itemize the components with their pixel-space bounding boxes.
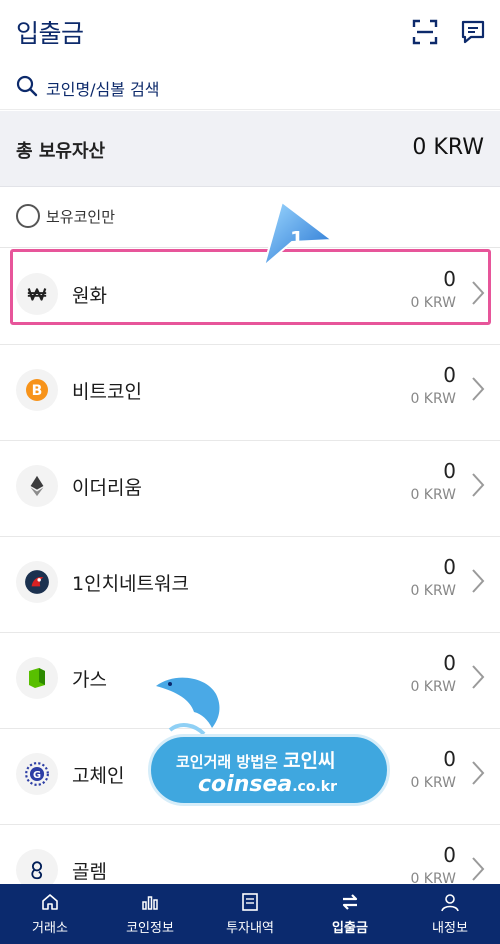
gas-icon xyxy=(16,657,58,699)
oneinch-icon xyxy=(16,561,58,603)
total-assets-summary: 총 보유자산 0 KRW xyxy=(0,111,500,187)
chevron-right-icon xyxy=(472,377,485,401)
coin-amount: 0 xyxy=(443,555,456,579)
watermark-brand-ko: 코인씨 xyxy=(283,750,336,772)
coin-name: 가스 xyxy=(72,669,107,691)
held-coins-label: 보유코인만 xyxy=(46,208,116,226)
app-header: 입출금 xyxy=(0,0,500,64)
held-coins-radio[interactable] xyxy=(16,204,40,228)
watermark-brand-en: coinsea xyxy=(198,772,293,797)
coin-name: 이더리움 xyxy=(72,477,142,499)
coin-name: 1인치네트워크 xyxy=(72,573,189,595)
coin-krw-value: 0 KRW xyxy=(410,583,456,599)
tab-label: 거래소 xyxy=(32,921,68,936)
search-input[interactable]: 코인명/심볼 검색 xyxy=(46,76,160,100)
chevron-right-icon xyxy=(472,473,485,497)
held-coins-filter[interactable]: 보유코인만 xyxy=(0,188,500,248)
home-icon xyxy=(42,894,58,910)
gochain-icon: G xyxy=(16,753,58,795)
watermark: 코인거래 방법은 코인씨 coinsea.co.kr xyxy=(148,668,390,808)
tab-home[interactable]: 거래소 xyxy=(0,884,100,944)
coin-krw-value: 0 KRW xyxy=(410,391,456,407)
tab-transfer[interactable]: 입출금 xyxy=(300,884,400,944)
bitcoin-icon: B xyxy=(16,369,58,411)
scan-icon[interactable] xyxy=(411,18,439,46)
tab-user[interactable]: 내정보 xyxy=(400,884,500,944)
coin-name: 골렘 xyxy=(72,861,107,883)
tab-label: 입출금 xyxy=(332,921,368,936)
watermark-line1: 코인거래 방법은 코인씨 xyxy=(176,746,336,773)
coin-amount: 0 xyxy=(443,651,456,675)
chevron-right-icon xyxy=(472,569,485,593)
tab-label: 내정보 xyxy=(432,921,468,936)
ethereum-icon xyxy=(16,465,58,507)
coin-row[interactable]: 이더리움 0 0 KRW xyxy=(0,441,500,537)
search-icon xyxy=(16,75,38,97)
guide-step-number: 1 xyxy=(290,227,304,251)
search-bar[interactable]: 코인명/심볼 검색 xyxy=(0,64,500,110)
watermark-prefix: 코인거래 방법은 xyxy=(176,753,278,771)
coin-row[interactable]: 1인치네트워크 0 0 KRW xyxy=(0,537,500,633)
svg-text:B: B xyxy=(32,383,43,399)
svg-text:G: G xyxy=(33,770,41,781)
user-icon xyxy=(441,894,459,912)
coin-row[interactable]: B 비트코인 0 0 KRW xyxy=(0,345,500,441)
tab-document[interactable]: 투자내역 xyxy=(200,884,300,944)
coin-name: 비트코인 xyxy=(72,381,142,403)
bottom-tab-bar: 거래소 코인정보 투자내역 입출금 내정보 xyxy=(0,884,500,944)
bar-chart-icon xyxy=(142,896,158,910)
transfer-icon xyxy=(342,894,358,910)
chevron-right-icon xyxy=(472,761,485,785)
coin-amount: 0 xyxy=(443,363,456,387)
total-assets-label: 총 보유자산 xyxy=(16,141,106,162)
total-assets-value: 0 KRW xyxy=(412,135,484,160)
tab-bar-chart[interactable]: 코인정보 xyxy=(100,884,200,944)
coin-krw-value: 0 KRW xyxy=(410,679,456,695)
coin-amount: 0 xyxy=(443,843,456,867)
coin-amount: 0 xyxy=(443,459,456,483)
highlight-box xyxy=(10,249,491,325)
guide-step-marker: 1 xyxy=(262,200,334,268)
document-icon xyxy=(242,893,258,911)
chevron-right-icon xyxy=(472,665,485,689)
coin-krw-value: 0 KRW xyxy=(410,775,456,791)
chat-icon[interactable] xyxy=(459,18,487,46)
watermark-domain: .co.kr xyxy=(292,779,338,795)
tab-label: 투자내역 xyxy=(226,921,274,936)
chevron-right-icon xyxy=(472,857,485,881)
page-title: 입출금 xyxy=(16,19,84,48)
coin-krw-value: 0 KRW xyxy=(410,487,456,503)
coin-amount: 0 xyxy=(443,747,456,771)
watermark-line2: coinsea.co.kr xyxy=(198,772,337,797)
tab-label: 코인정보 xyxy=(126,921,174,936)
coin-name: 고체인 xyxy=(72,765,125,787)
